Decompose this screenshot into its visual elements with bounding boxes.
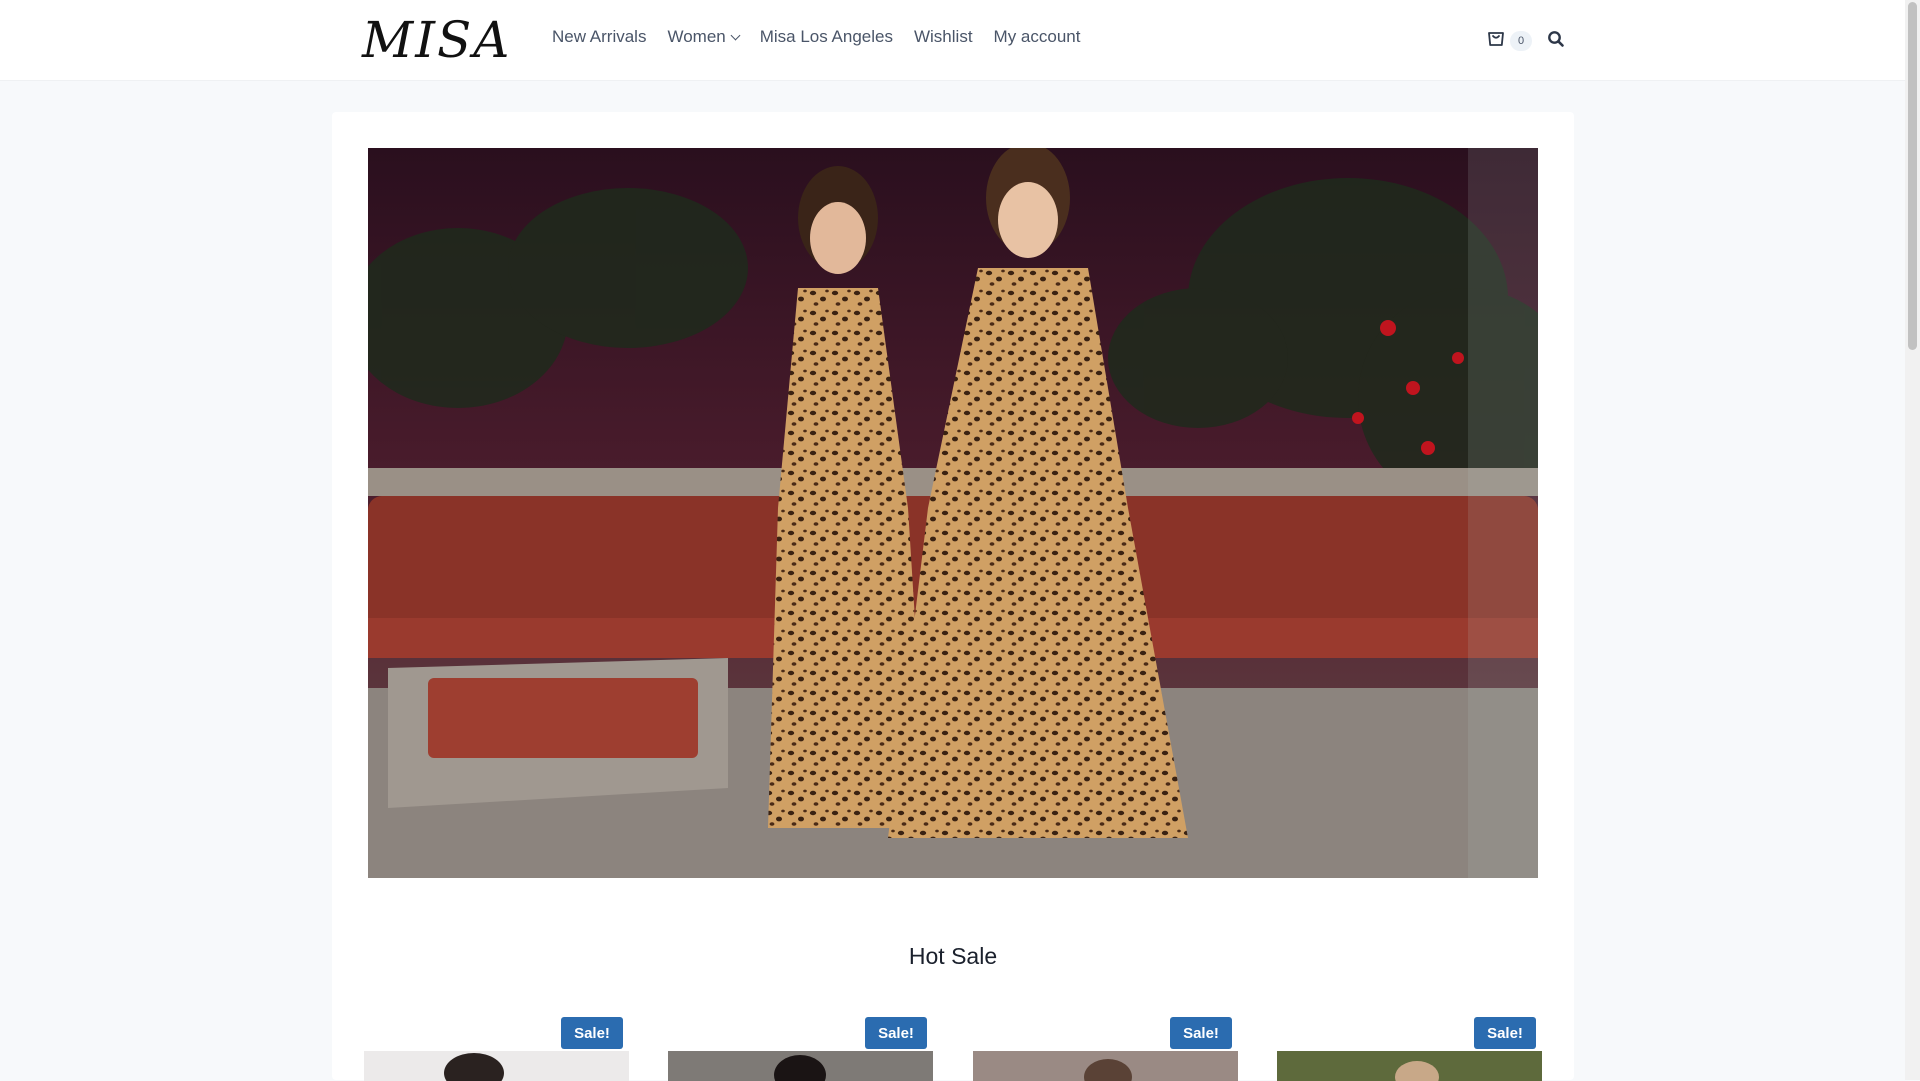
nav-wishlist[interactable]: Wishlist [914, 27, 973, 47]
nav-misa-los-angeles-label: Misa Los Angeles [759, 27, 893, 46]
product-card[interactable]: Sale! [973, 1017, 1238, 1081]
chevron-down-icon [730, 30, 741, 41]
cart-count-badge: 0 [1510, 30, 1532, 51]
product-card[interactable]: Sale! [668, 1017, 933, 1081]
nav-new-arrivals[interactable]: New Arrivals [552, 27, 646, 47]
shopping-bag-icon [1486, 28, 1506, 53]
product-image[interactable] [364, 1051, 629, 1081]
search-icon [1547, 31, 1565, 52]
sale-badge: Sale! [1170, 1017, 1232, 1049]
site-header: MISA New Arrivals Women Misa Los Angeles… [0, 0, 1905, 80]
nav-my-account-label: My account [993, 27, 1081, 46]
product-card[interactable]: Sale! [364, 1017, 629, 1081]
nav-my-account[interactable]: My account [994, 27, 1081, 47]
sale-badge: Sale! [865, 1017, 927, 1049]
sale-badge: Sale! [1474, 1017, 1536, 1049]
page-scrollbar[interactable] [1905, 0, 1920, 1080]
nav-wishlist-label: Wishlist [913, 27, 973, 46]
product-card[interactable]: Sale! [1277, 1017, 1542, 1081]
product-image[interactable] [1277, 1051, 1542, 1081]
nav-women-label: Women [667, 27, 726, 46]
cart-button[interactable]: 0 [1486, 28, 1532, 53]
search-button[interactable] [1547, 30, 1565, 53]
hero-image [368, 148, 1538, 878]
section-title-hot-sale: Hot Sale [908, 943, 998, 969]
sale-badge: Sale! [561, 1017, 623, 1049]
nav-misa-los-angeles[interactable]: Misa Los Angeles [760, 27, 893, 47]
product-image[interactable] [668, 1051, 933, 1081]
main-nav: New Arrivals Women Misa Los Angeles Wish… [552, 27, 1101, 47]
product-image[interactable] [973, 1051, 1238, 1081]
nav-new-arrivals-label: New Arrivals [552, 27, 647, 46]
site-logo[interactable]: MISA [362, 14, 511, 66]
nav-women[interactable]: Women [667, 27, 741, 47]
scrollbar-thumb[interactable] [1908, 2, 1917, 350]
